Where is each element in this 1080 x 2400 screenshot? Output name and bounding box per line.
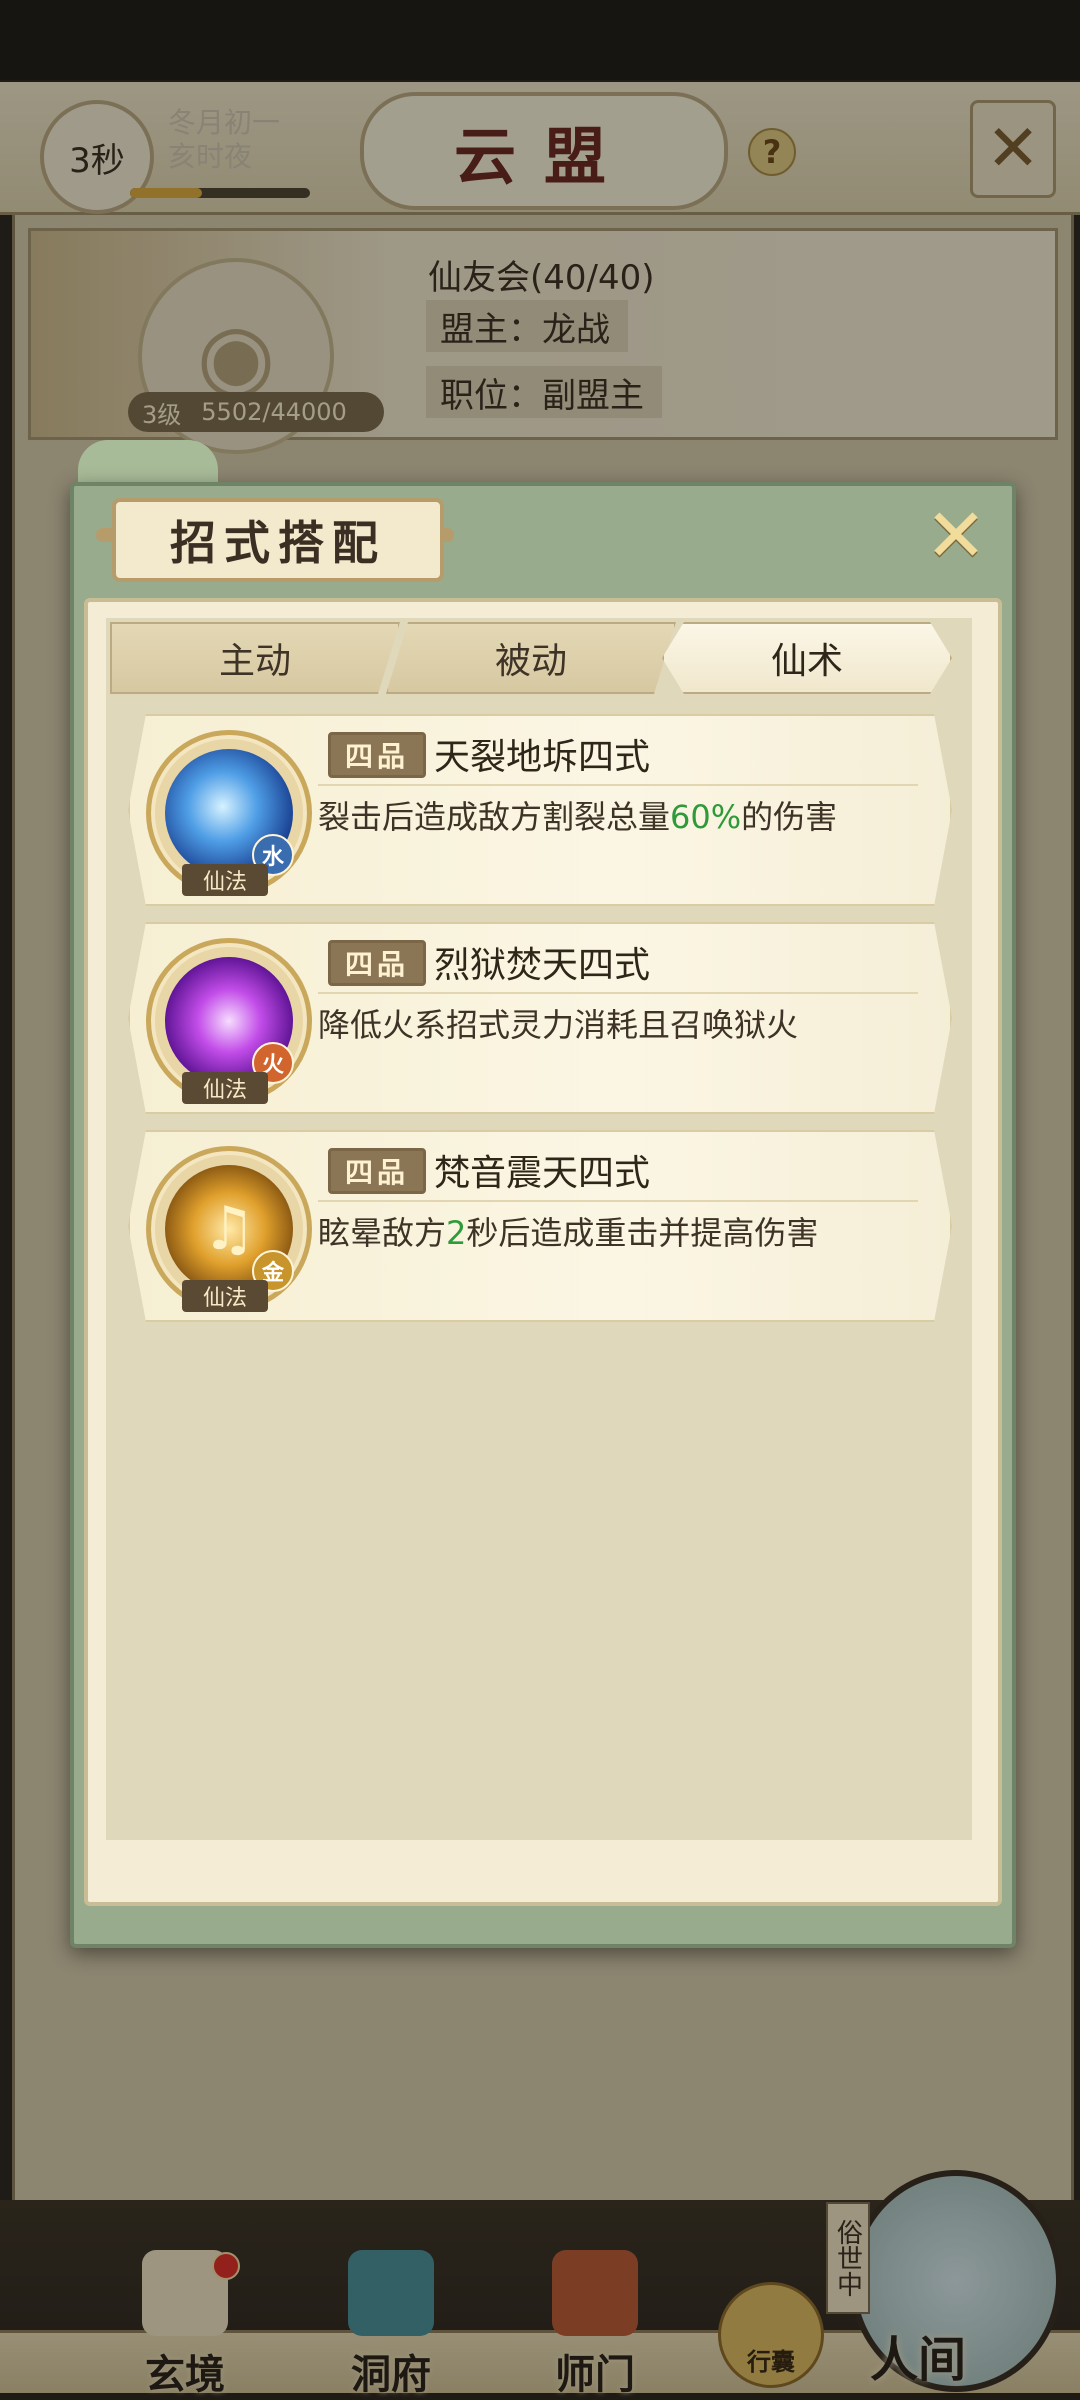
skill-description: 降低火系招式灵力消耗且召唤狱火 [318, 1000, 798, 1046]
skill-tabs: 主动 被动 仙术 [110, 622, 968, 690]
card-divider [318, 992, 918, 994]
desc-text: 裂击后造成敌方割裂总量 [318, 798, 671, 836]
skill-type-label: 仙法 [182, 864, 268, 896]
tab-immortal-arts[interactable]: 仙术 [662, 622, 952, 694]
tab-active-skills[interactable]: 主动 [110, 622, 400, 694]
desc-text: 眩晕敌方 [318, 1214, 447, 1252]
close-icon[interactable]: ✕ [920, 493, 992, 579]
skill-name: 梵音震天四式 [434, 1153, 651, 1194]
skill-name: 天裂地坼四式 [434, 737, 651, 778]
skill-type-label: 仙法 [182, 1072, 268, 1104]
desc-text-after: 的伤害 [741, 798, 838, 836]
grade-badge: 四品 [328, 1148, 426, 1194]
modal-title: 招式搭配 [112, 498, 444, 582]
skill-name: 烈狱焚天四式 [434, 945, 651, 986]
grade-badge: 四品 [328, 732, 426, 778]
skill-description: 裂击后造成敌方割裂总量60%的伤害 [318, 792, 837, 838]
card-divider [318, 784, 918, 786]
tab-passive-skills[interactable]: 被动 [386, 622, 676, 694]
desc-text-after: 秒后造成重击并提高伤害 [466, 1214, 819, 1252]
desc-highlight: 2 [446, 1214, 467, 1252]
desc-text: 降低火系招式灵力消耗且召唤狱火 [318, 1006, 799, 1044]
skill-type-label: 仙法 [182, 1280, 268, 1312]
grade-badge: 四品 [328, 940, 426, 986]
card-divider [318, 1200, 918, 1202]
skill-description: 眩晕敌方2秒后造成重击并提高伤害 [318, 1208, 818, 1254]
desc-highlight: 60% [670, 798, 742, 836]
